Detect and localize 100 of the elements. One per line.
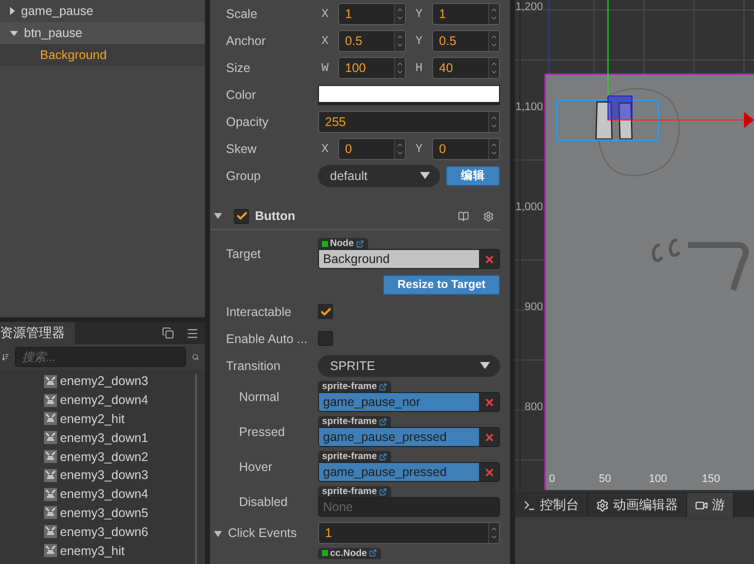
property-label: Scale (225, 6, 258, 20)
console-icon (523, 498, 536, 512)
number-field[interactable]: 0.5 (432, 30, 500, 52)
cross-icon (484, 432, 494, 442)
expanded-arrow-icon[interactable] (10, 30, 18, 36)
checkbox[interactable] (234, 208, 249, 224)
property-label: Disabled (238, 494, 289, 508)
ruler-label: 1,000 (515, 201, 543, 213)
sprite-thumbnail-icon (43, 449, 58, 464)
axis-label: X (320, 34, 330, 48)
asset-item[interactable]: enemy2_down3 (0, 372, 205, 391)
dropdown[interactable]: default (318, 164, 440, 186)
property-label: Opacity (225, 114, 270, 128)
clear-button[interactable] (479, 428, 499, 446)
node-field[interactable]: Background (318, 249, 500, 269)
type-tag-label: sprite-frame (322, 381, 377, 392)
checkbox[interactable] (318, 304, 333, 319)
asset-item[interactable]: enemy2_down4 (0, 390, 205, 410)
selection-gizmo-drawing[interactable] (556, 0, 754, 141)
book-icon[interactable] (458, 210, 469, 222)
sprite-thumbnail-icon (43, 411, 58, 426)
external-link-icon[interactable] (356, 240, 364, 248)
number-field[interactable]: 0 (432, 138, 500, 160)
search-field[interactable]: 搜索... (15, 347, 186, 367)
external-link-icon[interactable] (378, 452, 387, 460)
property-label: Interactable (225, 304, 292, 318)
asset-item[interactable]: enemy3_down3 (0, 466, 205, 485)
sprite-thumbnail-icon (43, 543, 58, 558)
hierarchy-item[interactable]: btn_pause (0, 22, 205, 44)
number-field[interactable]: 100 (338, 56, 406, 78)
property-label: Anchor (225, 34, 267, 48)
sprite-thumbnail-icon (43, 430, 58, 446)
sprite-thumbnail-icon (43, 505, 58, 520)
menu-icon[interactable] (186, 326, 199, 340)
property-label: Enable Auto ... (225, 332, 308, 346)
axis-label: Y (414, 34, 424, 48)
asset-item[interactable]: enemy3_hit (0, 541, 205, 560)
edit-button[interactable]: 编辑 (446, 166, 500, 186)
clear-button[interactable] (479, 250, 499, 268)
panel-tab[interactable]: 控制台 (515, 493, 588, 517)
number-field[interactable]: 1 (318, 522, 500, 544)
property-label: Pressed (238, 424, 286, 438)
caret-icon (420, 172, 430, 179)
expanded-arrow-icon[interactable] (214, 213, 222, 219)
number-field[interactable]: 0 (338, 138, 406, 160)
property-label: Skew (225, 142, 258, 156)
collapsed-arrow-icon[interactable] (10, 7, 15, 15)
asset-item[interactable]: enemy2_hit (0, 410, 205, 428)
asset-item[interactable]: enemy3_down6 (0, 522, 205, 542)
panel-tab[interactable]: 游 (687, 493, 734, 517)
asset-item[interactable]: enemy3_down1 (0, 428, 205, 448)
number-field[interactable]: 255 (318, 110, 500, 132)
color-swatch[interactable] (318, 84, 500, 104)
ruler-label: 800 (524, 401, 543, 413)
cross-icon (484, 254, 494, 264)
asset-field[interactable]: game_pause_nor (318, 392, 500, 412)
property-label: Transition (225, 358, 282, 372)
axis-label: H (414, 60, 424, 74)
sprite-thumbnail-icon (43, 374, 58, 389)
settings-icon[interactable] (483, 210, 494, 222)
dropdown[interactable]: SPRITE (318, 354, 500, 376)
ruler-label: 100 (648, 473, 668, 485)
number-field[interactable]: 0.5 (338, 30, 406, 52)
expanded-arrow-icon[interactable] (214, 530, 222, 536)
type-tag-label: sprite-frame (322, 451, 377, 462)
external-link-icon[interactable] (378, 488, 387, 496)
external-link-icon[interactable] (368, 549, 377, 557)
cross-icon (484, 396, 494, 408)
cross-icon (484, 466, 494, 478)
hierarchy-item[interactable]: Background (0, 44, 205, 66)
asset-field[interactable]: game_pause_pressed (318, 427, 500, 447)
ruler-label: 900 (524, 301, 543, 313)
number-field[interactable]: 40 (432, 56, 500, 78)
clear-button[interactable] (479, 393, 499, 411)
component-title: Button (255, 209, 296, 223)
property-label: Color (225, 88, 257, 102)
property-label: Hover (238, 460, 274, 474)
type-tag-label: sprite-frame (322, 416, 377, 427)
pause-icon-drawing (595, 101, 633, 140)
external-link-icon[interactable] (378, 382, 387, 390)
number-field[interactable]: 1 (338, 2, 406, 24)
clear-button[interactable] (479, 463, 499, 481)
number-field[interactable]: 1 (432, 2, 500, 24)
asset-item[interactable]: enemy3_down2 (0, 447, 205, 466)
asset-item[interactable]: enemy3_down5 (0, 504, 205, 522)
ruler-label: 1,100 (515, 101, 543, 113)
ruler-label: 1,200 (515, 1, 543, 13)
axis-label: X (320, 6, 330, 20)
ruler-label: 50 (598, 473, 612, 485)
asset-field[interactable]: game_pause_pressed (318, 462, 500, 482)
resize-button[interactable]: Resize to Target (383, 274, 500, 294)
asset-item[interactable]: enemy3_down4 (0, 484, 205, 504)
panel-tab[interactable]: 动画编辑器 (588, 493, 687, 517)
external-link-icon[interactable] (378, 418, 387, 426)
ruler-label: 0 (548, 473, 556, 485)
window-icon[interactable] (162, 326, 174, 338)
panel-tab[interactable]: 资源管理器 (0, 322, 75, 344)
gear-icon (596, 498, 609, 512)
hierarchy-item[interactable]: game_pause (0, 0, 205, 22)
checkbox[interactable] (318, 331, 333, 346)
